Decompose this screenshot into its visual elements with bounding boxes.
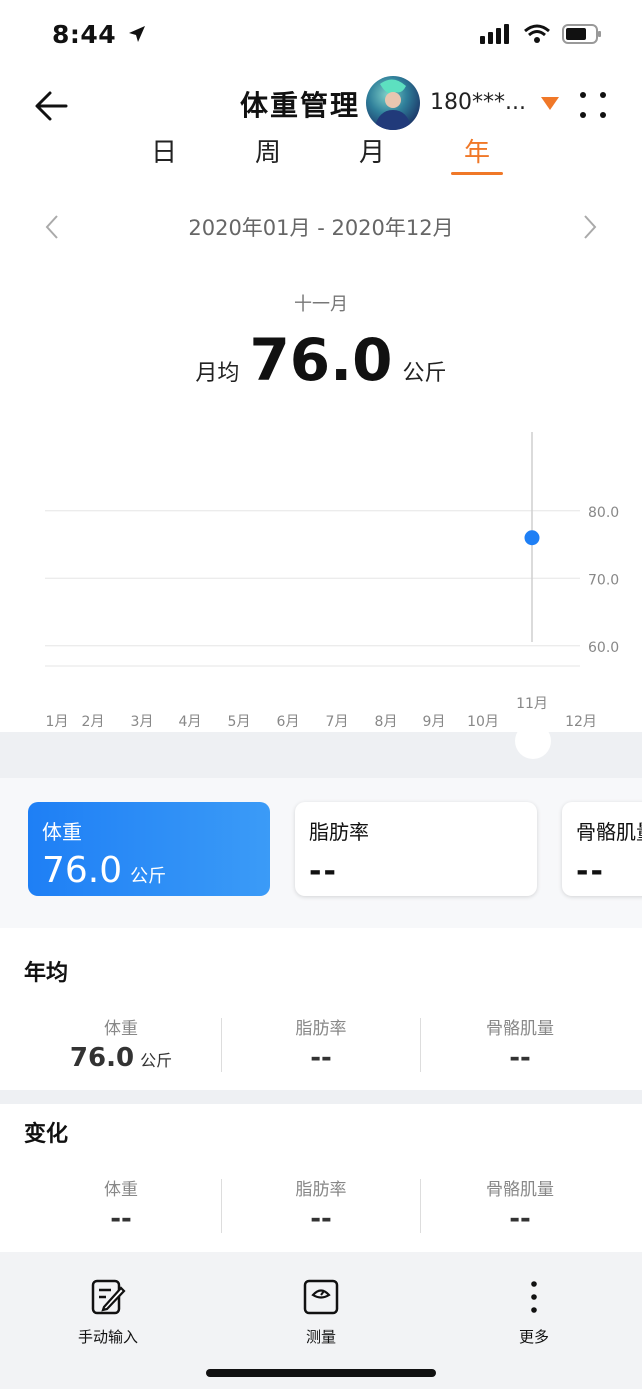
card-value: 76.0 公斤 bbox=[42, 850, 167, 891]
change-stat-weight: 体重 -- bbox=[104, 1180, 138, 1234]
avg-prefix: 月均 bbox=[195, 361, 240, 386]
chart-slider-handle[interactable] bbox=[510, 718, 556, 764]
selected-month: 十一月 bbox=[294, 294, 348, 315]
section-title-change: 变化 bbox=[24, 1122, 69, 1147]
change-stat-body-fat: 脂肪率 -- bbox=[295, 1180, 347, 1234]
card-value: -- bbox=[309, 854, 338, 889]
x-tick-label: 10月 bbox=[467, 714, 499, 730]
x-tick-label: 4月 bbox=[179, 714, 202, 730]
location-arrow-icon bbox=[129, 26, 146, 42]
home-indicator bbox=[206, 1369, 436, 1377]
card-weight[interactable]: 体重 76.0 公斤 bbox=[28, 802, 270, 896]
metric-cards: 体重 76.0公斤 脂肪率 -- 骨骼肌量 -- bbox=[0, 778, 642, 928]
x-tick-label: 9月 bbox=[423, 714, 446, 730]
avg-unit: 公斤 bbox=[402, 361, 447, 386]
wifi-icon bbox=[524, 24, 550, 43]
status-time: 8:44 bbox=[52, 20, 147, 49]
x-tick-label: 2月 bbox=[82, 714, 105, 730]
battery-icon bbox=[562, 24, 601, 44]
change-stat-skeletal-muscle: 骨骼肌量 -- bbox=[486, 1180, 554, 1234]
x-tick-label: 3月 bbox=[131, 714, 154, 730]
x-tick-label: 7月 bbox=[326, 714, 349, 730]
data-point bbox=[524, 530, 540, 546]
card-label: 体重 bbox=[42, 820, 82, 844]
yearly-stat-body-fat: 脂肪率 -- bbox=[295, 1019, 347, 1073]
tab-month[interactable]: 月 bbox=[342, 132, 402, 169]
x-tick-label: 1月 bbox=[46, 714, 69, 730]
avg-value: 76.0 bbox=[249, 326, 393, 394]
card-body-fat[interactable]: 脂肪率 -- bbox=[295, 802, 537, 896]
x-tick-label: 6月 bbox=[277, 714, 300, 730]
back-arrow-icon[interactable] bbox=[30, 84, 74, 128]
card-label: 脂肪率 bbox=[309, 820, 369, 844]
dropdown-triangle-icon[interactable] bbox=[541, 97, 559, 110]
section-title-yearly-avg: 年均 bbox=[24, 961, 69, 986]
measure-button[interactable]: 测量 bbox=[261, 1278, 381, 1347]
card-value: -- bbox=[576, 854, 605, 889]
more-dots-icon[interactable] bbox=[578, 90, 608, 120]
chevron-right-icon[interactable] bbox=[580, 212, 600, 242]
signal-icon bbox=[480, 24, 509, 44]
section-separator bbox=[0, 1090, 642, 1104]
page-title: 体重管理 bbox=[240, 89, 361, 122]
tab-year[interactable]: 年 bbox=[447, 132, 507, 169]
tab-week[interactable]: 周 bbox=[238, 132, 298, 169]
date-range: 2020年01月 - 2020年12月 bbox=[188, 216, 454, 240]
yearly-stat-skeletal-muscle: 骨骼肌量 -- bbox=[486, 1019, 554, 1073]
x-tick-label: 8月 bbox=[375, 714, 398, 730]
more-vertical-icon bbox=[531, 1281, 537, 1313]
tab-active-indicator bbox=[451, 172, 503, 175]
status-icons bbox=[480, 24, 602, 44]
card-label: 骨骼肌量 bbox=[576, 820, 642, 844]
account-name[interactable]: 180***... bbox=[430, 90, 526, 115]
weight-chart[interactable]: 80.0 70.0 60.0 1月 2月 3月 4月 5月 6月 7月 8月 9月 10月 11月 12月 bbox=[0, 420, 642, 740]
x-tick-label: 12月 bbox=[565, 714, 597, 730]
y-tick-label: 80.0 bbox=[588, 505, 619, 521]
x-tick-label: 11月 bbox=[516, 696, 548, 712]
scale-measure-icon bbox=[303, 1279, 339, 1315]
manual-input-icon bbox=[91, 1279, 126, 1315]
y-tick-label: 60.0 bbox=[588, 640, 619, 656]
monthly-average: 月均 76.0 公斤 bbox=[0, 326, 642, 394]
x-tick-label: 5月 bbox=[228, 714, 251, 730]
card-skeletal-muscle[interactable]: 骨骼肌量 -- bbox=[562, 802, 642, 896]
yearly-stat-weight: 体重 76.0 公斤 bbox=[69, 1019, 173, 1073]
manual-input-button[interactable]: 手动输入 bbox=[48, 1278, 168, 1347]
avatar[interactable] bbox=[366, 76, 420, 130]
tab-day[interactable]: 日 bbox=[134, 132, 194, 169]
y-tick-label: 70.0 bbox=[588, 572, 619, 588]
more-button[interactable]: 更多 bbox=[474, 1278, 594, 1347]
